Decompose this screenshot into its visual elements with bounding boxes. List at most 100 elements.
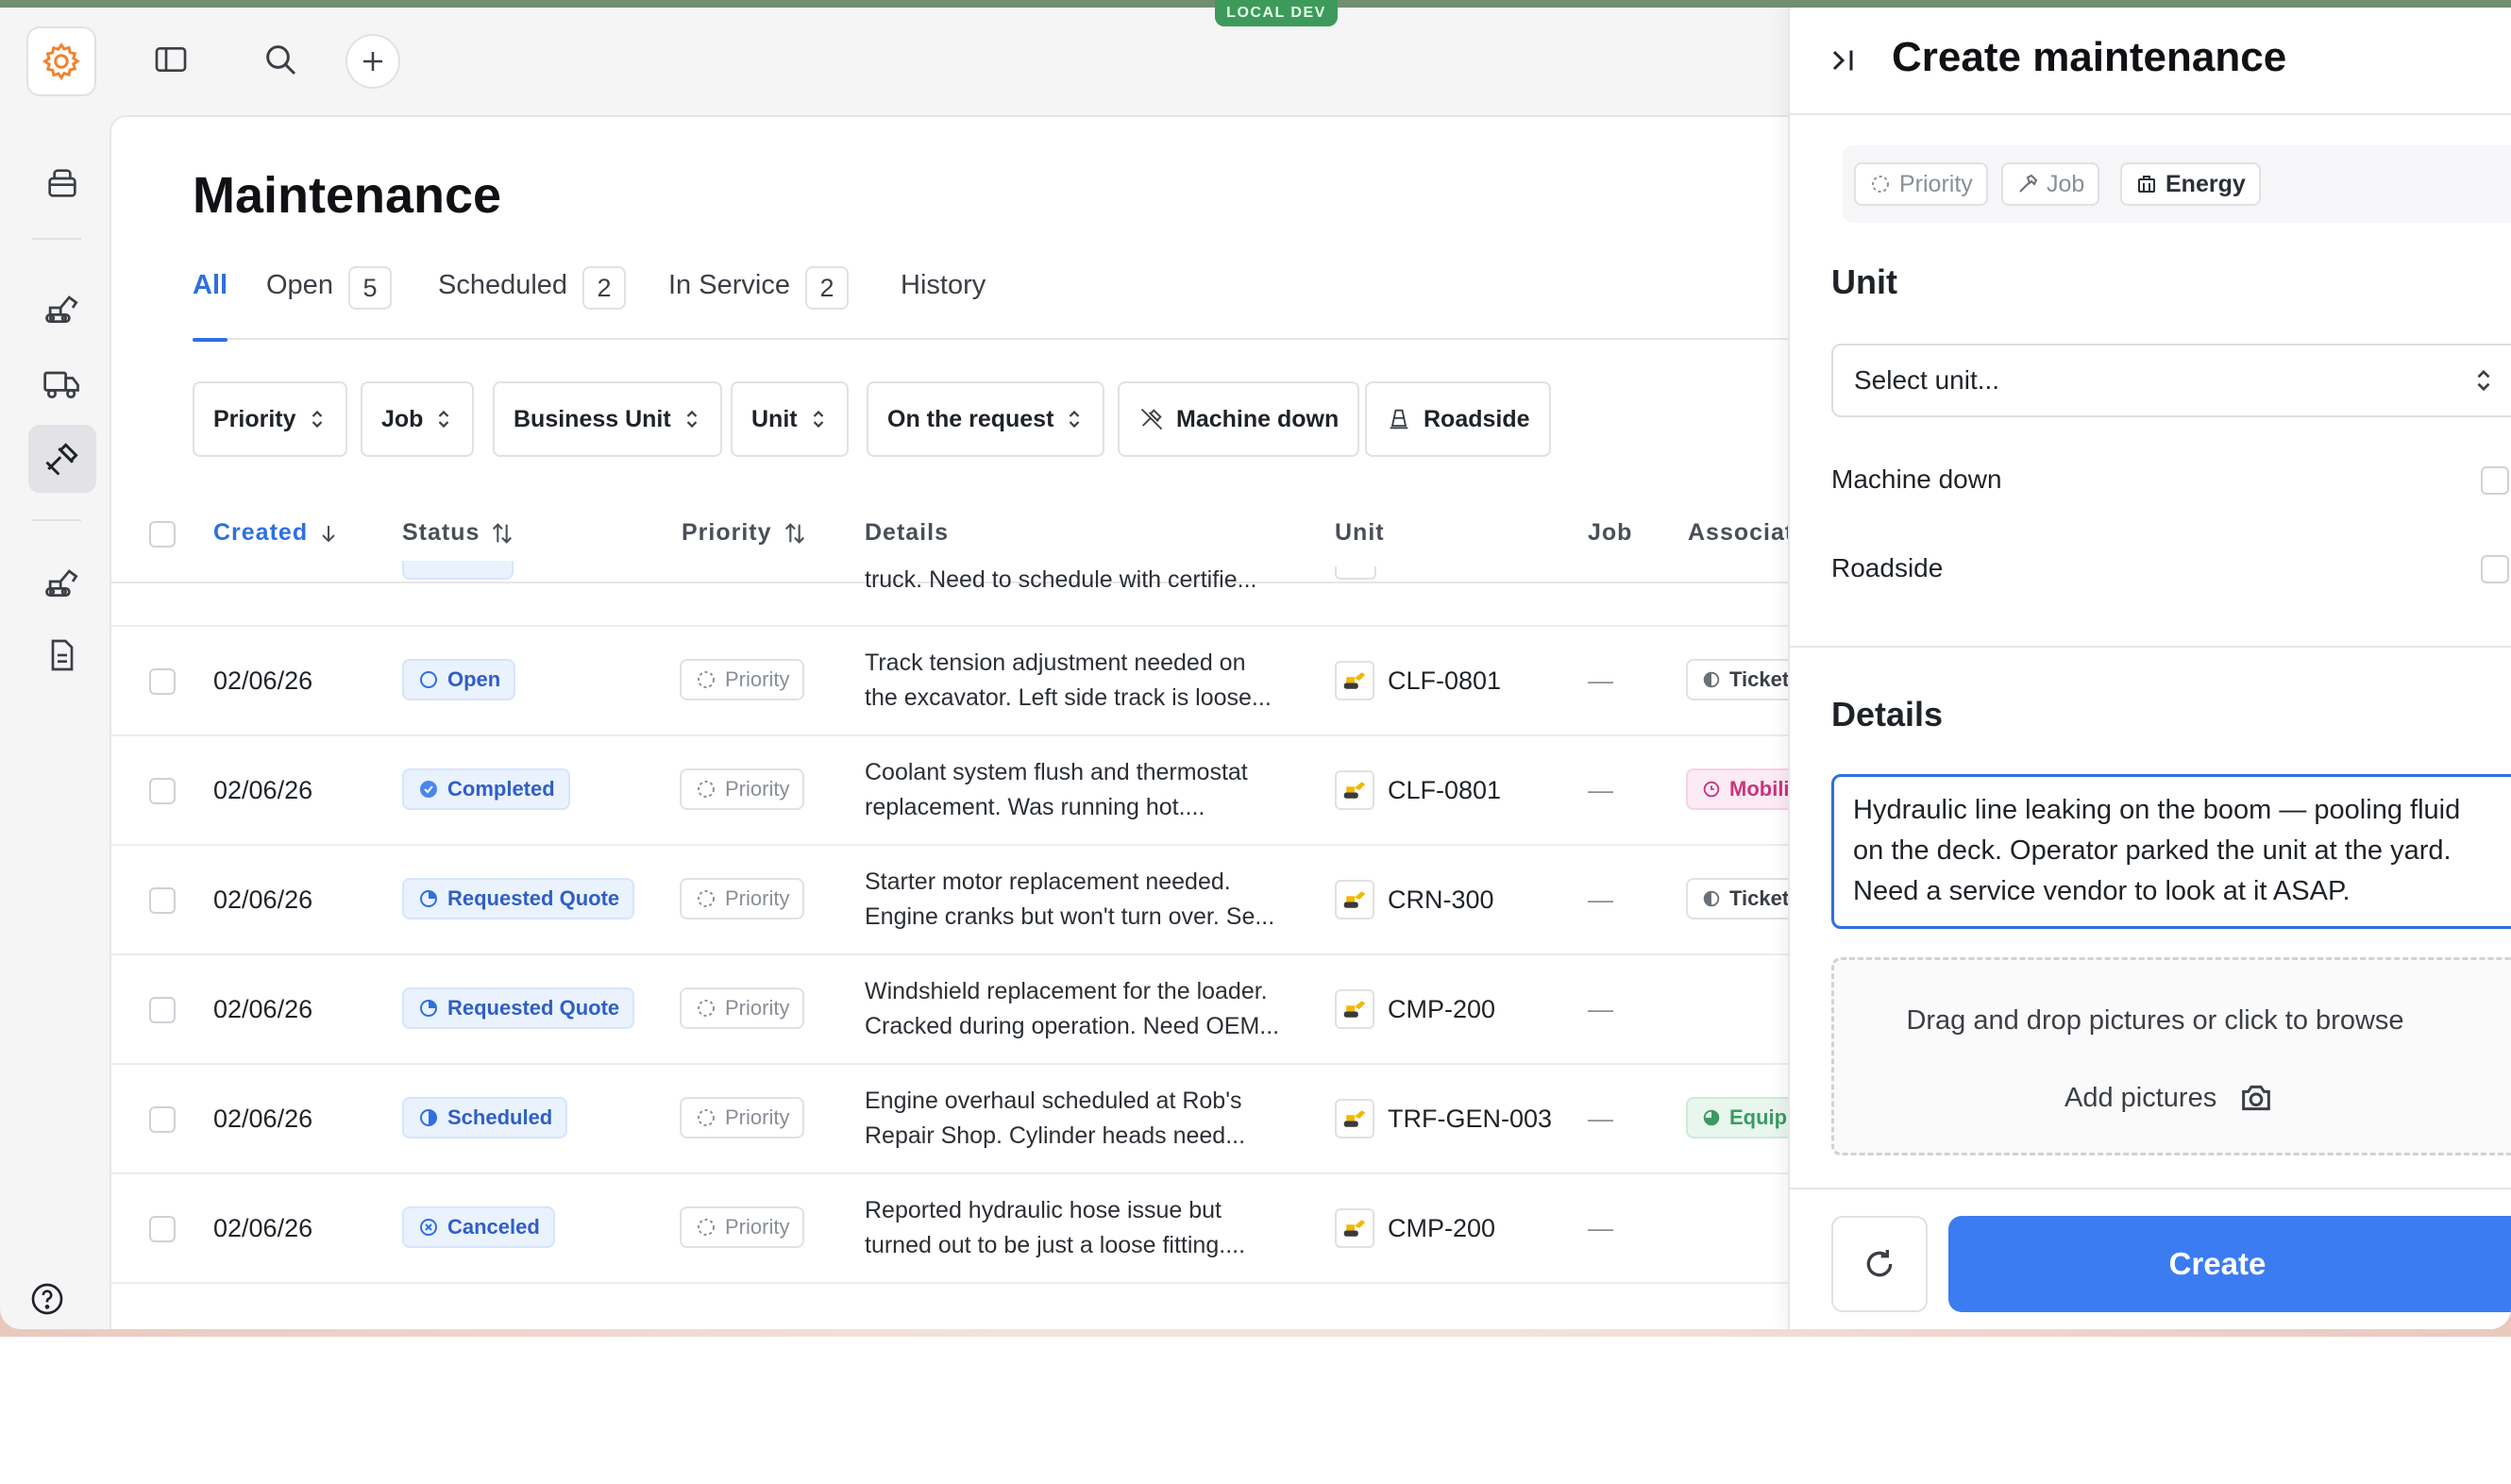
filter-unit[interactable]: Unit — [731, 381, 849, 457]
partial-status-pill — [402, 561, 514, 580]
status-badge: Requested Quote — [402, 987, 635, 1029]
reset-button[interactable] — [1831, 1216, 1928, 1312]
column-header-priority[interactable]: Priority — [682, 519, 808, 547]
machine-down-checkbox[interactable] — [2481, 466, 2509, 495]
row-details: Engine overhaul scheduled at Rob's Repair… — [865, 1084, 1308, 1154]
status-label: Open — [447, 667, 501, 691]
rail-equipment-secondary-button[interactable] — [28, 548, 96, 616]
inventory-box-icon — [48, 169, 76, 197]
table-row[interactable]: 02/06/26 Open Priority Track tension adj… — [111, 627, 1788, 736]
priority-badge[interactable]: Priority — [680, 768, 805, 810]
partial-row-details: truck. Need to schedule with certifie... — [865, 566, 1257, 593]
unit-cell: CRN-300 — [1335, 880, 1494, 919]
unit-cell: CMP-200 — [1335, 989, 1495, 1029]
priority-badge[interactable]: Priority — [680, 878, 805, 919]
rail-documents-button[interactable] — [28, 621, 96, 689]
priority-badge[interactable]: Priority — [680, 1097, 805, 1138]
panel-divider — [1790, 646, 2511, 648]
details-line: Engine overhaul scheduled at Rob's — [865, 1088, 1242, 1114]
table-row[interactable]: 02/06/26 Canceled Priority Reported hydr… — [111, 1174, 1788, 1284]
row-checkbox[interactable] — [149, 887, 176, 914]
tab-in-service[interactable]: In Service 2 — [668, 259, 849, 340]
details-line: turned out to be just a loose fitting...… — [865, 1232, 1246, 1258]
column-header-status[interactable]: Status — [402, 519, 515, 547]
priority-badge[interactable]: Priority — [680, 659, 805, 700]
roadside-checkbox[interactable] — [2481, 555, 2509, 583]
search-button[interactable] — [251, 30, 310, 89]
filter-machine-down[interactable]: Machine down — [1118, 381, 1360, 457]
tag-priority[interactable]: Priority — [1854, 162, 1988, 206]
priority-badge[interactable]: Priority — [680, 1206, 805, 1248]
mobile-clock-icon — [1703, 781, 1720, 798]
row-checkbox[interactable] — [149, 668, 176, 695]
details-textarea[interactable]: Hydraulic line leaking on the boom — poo… — [1831, 774, 2511, 929]
tab-scheduled[interactable]: Scheduled 2 — [438, 259, 627, 340]
rail-equipment-button[interactable] — [28, 274, 96, 342]
filter-on-the-request[interactable]: On the request — [867, 381, 1105, 457]
sidebar-toggle-button[interactable] — [142, 30, 200, 89]
rail-maintenance-button[interactable] — [28, 425, 96, 493]
building-icon — [2138, 176, 2155, 193]
row-checkbox[interactable] — [149, 1216, 176, 1242]
column-header-created[interactable]: Created — [213, 519, 340, 547]
created-date: 02/06/26 — [213, 1105, 313, 1133]
app-logo-button[interactable] — [26, 26, 96, 96]
table-row[interactable]: 02/06/26 Scheduled Priority Engine overh… — [111, 1065, 1788, 1174]
details-text-line: Need a service vendor to look at it ASAP… — [1853, 876, 2351, 906]
table-row[interactable]: 02/06/26 Requested Quote Priority Windsh… — [111, 955, 1788, 1065]
priority-label: Priority — [725, 1105, 790, 1129]
table-row[interactable]: 02/06/26 Completed Priority Coolant syst… — [111, 736, 1788, 846]
tab-open[interactable]: Open 5 — [266, 259, 392, 340]
tab-all[interactable]: All — [193, 259, 228, 342]
tab-history[interactable]: History — [901, 259, 986, 340]
unit-select[interactable]: Select unit... — [1831, 344, 2511, 417]
env-badge: LOCAL DEV — [1215, 0, 1338, 26]
filter-job[interactable]: Job — [361, 381, 475, 457]
tag-energy[interactable]: Energy — [2120, 162, 2261, 206]
unit-id: CLF-0801 — [1388, 666, 1502, 695]
sort-desc-icon — [322, 525, 335, 542]
property-tag-bar: Priority Job Energy — [1843, 145, 2511, 223]
add-button[interactable] — [345, 34, 400, 89]
status-requested-quote-icon — [420, 890, 437, 907]
associated-badge[interactable]: Ticket — [1686, 878, 1788, 919]
status-badge: Completed — [402, 768, 570, 810]
row-checkbox[interactable] — [149, 1106, 176, 1133]
filter-business-unit[interactable]: Business Unit — [493, 381, 722, 457]
priority-badge[interactable]: Priority — [680, 987, 805, 1029]
associated-badge[interactable]: Mobili — [1686, 768, 1788, 810]
priority-dashed-circle-icon — [1872, 176, 1889, 193]
unit-id: CMP-200 — [1388, 1213, 1496, 1242]
associated-badge[interactable]: Equip — [1686, 1097, 1788, 1138]
created-date: 02/06/26 — [213, 885, 313, 914]
table-row[interactable]: 02/06/26 Requested Quote Priority Starte… — [111, 846, 1788, 955]
picture-dropzone[interactable]: Drag and drop pictures or click to brows… — [1831, 957, 2511, 1155]
tab-label: History — [901, 270, 986, 300]
tag-job[interactable]: Job — [2001, 162, 2100, 206]
row-checkbox[interactable] — [149, 997, 176, 1023]
associated-badge[interactable]: Ticket — [1686, 659, 1788, 700]
collapse-panel-button[interactable] — [1822, 40, 1863, 81]
row-details: Reported hydraulic hose issue but turned … — [865, 1193, 1308, 1263]
select-all-checkbox[interactable] — [149, 521, 176, 548]
add-pictures-button[interactable]: Add pictures — [2064, 1079, 2275, 1117]
machine-down-icon — [1140, 408, 1163, 430]
details-line: Cracked during operation. Need OEM... — [865, 1013, 1280, 1039]
rail-inventory-button[interactable] — [28, 149, 96, 217]
status-label: Requested Quote — [447, 996, 620, 1020]
row-checkbox[interactable] — [149, 778, 176, 804]
filter-roadside[interactable]: Roadside — [1365, 381, 1551, 457]
excavator-thumb-icon — [1335, 1099, 1374, 1138]
rail-trucks-button[interactable] — [28, 349, 96, 417]
unit-id: CMP-200 — [1388, 994, 1496, 1023]
priority-dashed-circle-icon — [698, 1109, 715, 1126]
create-button[interactable]: Create — [1948, 1216, 2511, 1312]
filter-priority[interactable]: Priority — [193, 381, 347, 457]
help-button[interactable] — [13, 1265, 81, 1329]
details-line: Starter motor replacement needed. — [865, 868, 1231, 895]
tab-count-badge: 2 — [582, 266, 627, 310]
created-date: 02/06/26 — [213, 995, 313, 1023]
status-badge: Open — [402, 659, 516, 700]
maintenance-wrench-icon — [45, 443, 78, 476]
filter-label: Business Unit — [514, 405, 671, 432]
